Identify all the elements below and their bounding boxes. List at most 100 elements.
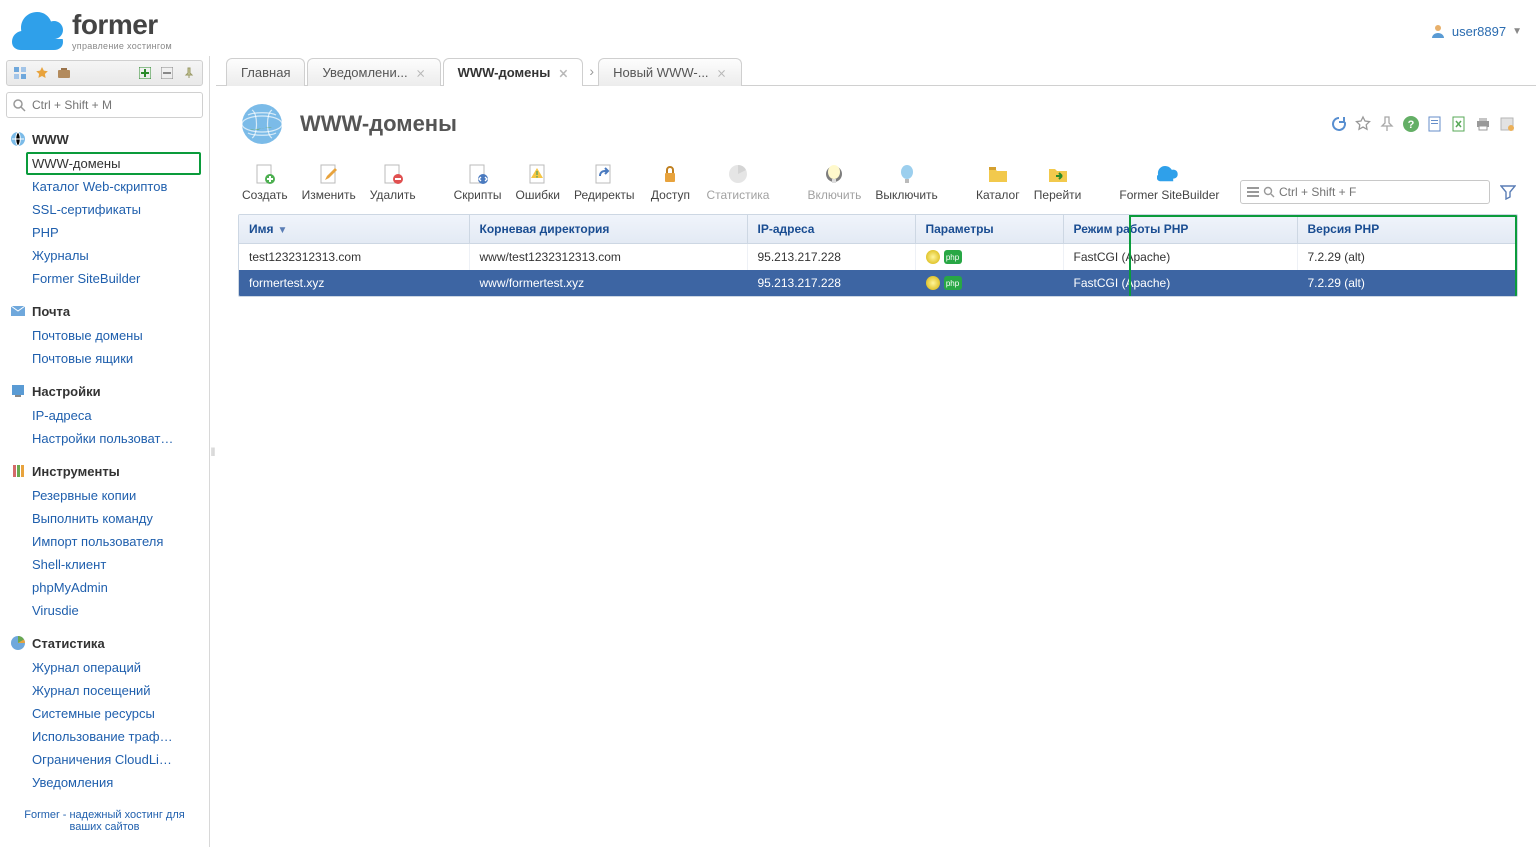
tree-section-header[interactable]: Инструменты [8, 460, 201, 482]
help-icon[interactable]: ? [1402, 115, 1420, 133]
tree-item[interactable]: Системные ресурсы [26, 702, 201, 725]
tree-item[interactable]: Shell-клиент [26, 553, 201, 576]
section-icon [10, 303, 26, 319]
toolbar-label: Перейти [1034, 188, 1082, 202]
tab[interactable]: Уведомлени... ⨯ [307, 58, 440, 86]
sidebar-footer[interactable]: Former - надежный хостинг для ваших сайт… [6, 801, 203, 839]
tab[interactable]: WWW-домены⨯ [443, 58, 584, 86]
toolbar-label: Ошибки [516, 188, 561, 202]
print-icon[interactable] [1474, 115, 1492, 133]
page-header: WWW-домены ? [216, 86, 1536, 156]
toolbar-button[interactable]: Former SiteBuilder [1115, 160, 1223, 204]
tree-item[interactable]: Почтовые домены [26, 324, 201, 347]
toolbar-button[interactable]: Удалить [366, 160, 420, 204]
column-label: Корневая директория [480, 222, 610, 236]
section-title: WWW [32, 132, 69, 147]
column-header[interactable]: Режим работы PHP [1063, 215, 1297, 244]
column-label: Версия PHP [1308, 222, 1380, 236]
tree-section-header[interactable]: Статистика [8, 632, 201, 654]
column-header[interactable]: Версия PHP [1297, 215, 1517, 244]
sidebar-search-input[interactable] [32, 98, 196, 112]
tree-item[interactable]: Уведомления [26, 771, 201, 794]
brand-logo: former управление хостингом [10, 11, 172, 51]
tree-item[interactable]: Использование траф… [26, 725, 201, 748]
tree-item[interactable]: Настройки пользоват… [26, 427, 201, 450]
sidebar: WWW WWW-доменыКаталог Web-скриптовSSL-сер… [0, 56, 210, 847]
toolbar-button: Включить [803, 160, 865, 204]
toolbar-icon [592, 162, 616, 186]
tree-item[interactable]: IP-адреса [26, 404, 201, 427]
tree-item[interactable]: Выполнить команду [26, 507, 201, 530]
expand-all-icon[interactable] [136, 64, 154, 82]
toolbar-button[interactable]: Скрипты [450, 160, 506, 204]
pin-icon[interactable] [180, 64, 198, 82]
column-header[interactable]: Параметры [915, 215, 1063, 244]
grid-search[interactable] [1240, 180, 1490, 204]
toolbar-icon [986, 162, 1010, 186]
toolbar-button[interactable]: Выключить [871, 160, 941, 204]
tab[interactable]: Главная [226, 58, 305, 86]
toolbar-button[interactable]: Изменить [298, 160, 360, 204]
tree-item[interactable]: Импорт пользователя [26, 530, 201, 553]
sidebar-search[interactable] [6, 92, 203, 118]
tree-item[interactable]: SSL-сертификаты [26, 198, 201, 221]
export-doc-icon[interactable] [1426, 115, 1444, 133]
user-menu[interactable]: user8897 ▼ [1430, 23, 1522, 39]
tree-item[interactable]: PHP [26, 221, 201, 244]
home-icon[interactable] [11, 64, 29, 82]
close-icon[interactable]: ⨯ [717, 66, 727, 80]
pin-outline-icon[interactable] [1378, 115, 1396, 133]
php-badge-icon: php [944, 276, 962, 290]
page-actions: ? [1330, 115, 1516, 133]
bulb-icon [926, 250, 940, 264]
sidebar-tree: WWW WWW-доменыКаталог Web-скриптовSSL-сер… [6, 128, 203, 801]
tree-item[interactable]: Журналы [26, 244, 201, 267]
close-icon[interactable]: ⨯ [416, 66, 426, 80]
tree-section-header[interactable]: Почта [8, 300, 201, 322]
cell-params: php [915, 244, 1063, 271]
toolbar-button[interactable]: Ошибки [512, 160, 565, 204]
column-header[interactable]: Имя▼ [239, 215, 469, 244]
settings-icon[interactable] [1498, 115, 1516, 133]
toolbar-button[interactable]: Доступ [644, 160, 696, 204]
tab-label: Новый WWW-... [613, 65, 708, 80]
toolbar-icon [526, 162, 550, 186]
user-name: user8897 [1452, 24, 1506, 39]
tree-item[interactable]: Каталог Web-скриптов [26, 175, 201, 198]
column-header[interactable]: IP-адреса [747, 215, 915, 244]
table-row[interactable]: test1232312313.comwww/test1232312313.com… [239, 244, 1517, 271]
close-icon[interactable]: ⨯ [558, 66, 568, 80]
export-xls-icon[interactable] [1450, 115, 1468, 133]
tree-item[interactable]: Использование диска [26, 794, 201, 801]
tab[interactable]: Новый WWW-... ⨯ [598, 58, 742, 86]
tree-item[interactable]: WWW-домены [26, 152, 201, 175]
tree-item[interactable]: Резервные копии [26, 484, 201, 507]
tree-item[interactable]: Ограничения CloudLi… [26, 748, 201, 771]
tree-item[interactable]: Почтовые ящики [26, 347, 201, 370]
toolbar-button[interactable]: Создать [238, 160, 292, 204]
tree-item[interactable]: Журнал посещений [26, 679, 201, 702]
tree-section-header[interactable]: WWW [8, 128, 201, 150]
grid-search-input[interactable] [1279, 185, 1483, 199]
briefcase-icon[interactable] [55, 64, 73, 82]
collapse-all-icon[interactable] [158, 64, 176, 82]
tab-label: Уведомлени... [322, 65, 407, 80]
cell-ip: 95.213.217.228 [747, 270, 915, 296]
toolbar-button[interactable]: Редиректы [570, 160, 638, 204]
toolbar-button[interactable]: Каталог [972, 160, 1024, 204]
refresh-icon[interactable] [1330, 115, 1348, 133]
tree-section-header[interactable]: Настройки [8, 380, 201, 402]
filter-icon[interactable] [1498, 182, 1518, 202]
star-outline-icon[interactable] [1354, 115, 1372, 133]
column-header[interactable]: Корневая директория [469, 215, 747, 244]
tree-item[interactable]: phpMyAdmin [26, 576, 201, 599]
toolbar-label: Изменить [302, 188, 356, 202]
toolbar-button[interactable]: Перейти [1030, 160, 1086, 204]
splitter[interactable] [210, 56, 216, 847]
tree-item[interactable]: Virusdie [26, 599, 201, 622]
table-row[interactable]: formertest.xyzwww/formertest.xyz95.213.2… [239, 270, 1517, 296]
tree-item[interactable]: Former SiteBuilder [26, 267, 201, 290]
star-icon[interactable] [33, 64, 51, 82]
tree-item[interactable]: Журнал операций [26, 656, 201, 679]
toolbar-icon [726, 162, 750, 186]
